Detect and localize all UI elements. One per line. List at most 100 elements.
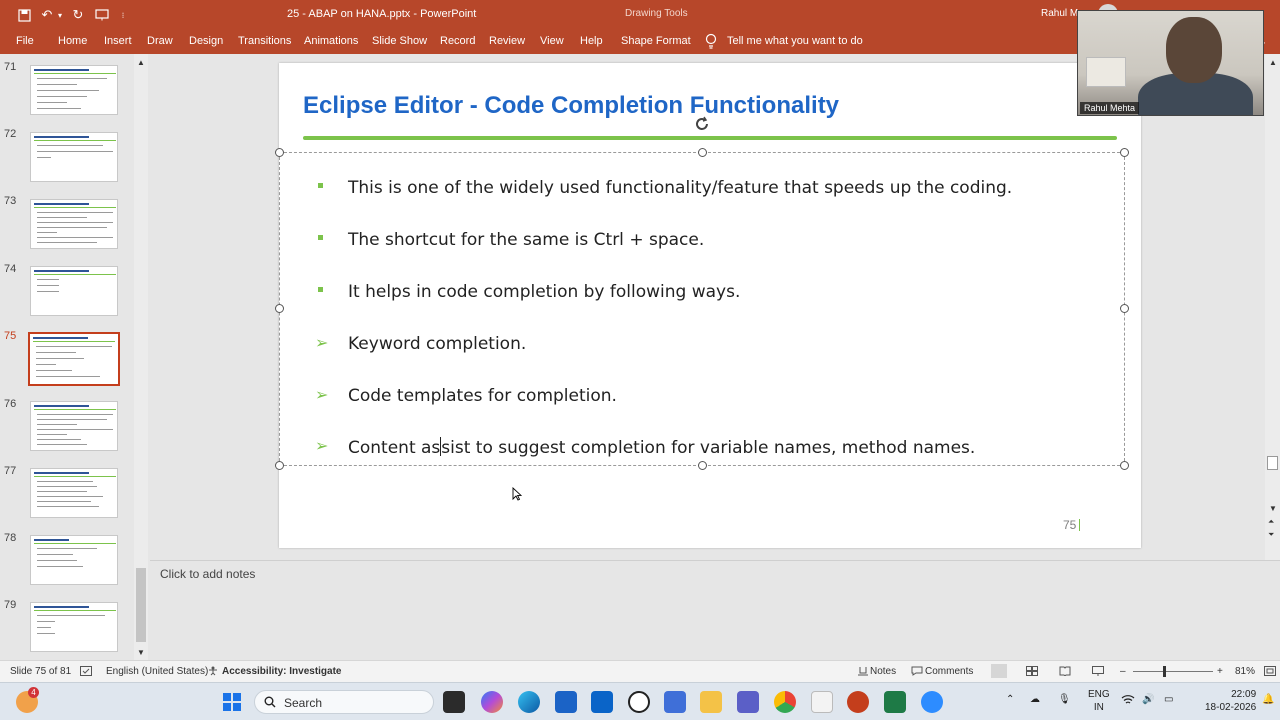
slide-thumbnail[interactable] bbox=[30, 468, 118, 518]
selected-text-box[interactable]: This is one of the widely used functiona… bbox=[275, 148, 1129, 470]
slide-thumbnail[interactable] bbox=[30, 401, 118, 451]
sap-logon-icon[interactable] bbox=[884, 691, 906, 713]
zoom-level[interactable]: 81% bbox=[1235, 666, 1255, 677]
task-view-icon[interactable] bbox=[443, 691, 465, 713]
customize-toolbar-icon[interactable]: ⁝ bbox=[118, 6, 128, 24]
teams-icon[interactable] bbox=[737, 691, 759, 713]
remote-desktop-icon[interactable] bbox=[664, 691, 686, 713]
windows-start-icon[interactable] bbox=[221, 691, 243, 713]
notifications-icon[interactable]: 🔔 bbox=[1262, 694, 1274, 705]
bullet-item[interactable]: It helps in code completion by following… bbox=[318, 282, 740, 302]
zoom-in-icon[interactable]: + bbox=[1217, 666, 1223, 677]
system-clock[interactable]: 22:09 18-02-2026 bbox=[1205, 688, 1256, 714]
slide-thumbnail[interactable] bbox=[30, 266, 118, 316]
resize-handle[interactable] bbox=[275, 461, 284, 470]
bullet-item[interactable]: ➢ Code templates for completion. bbox=[315, 385, 617, 406]
battery-icon[interactable]: ▭ bbox=[1164, 694, 1173, 705]
zoom-out-icon[interactable]: – bbox=[1120, 666, 1126, 677]
undo-dropdown-icon[interactable]: ▾ bbox=[56, 6, 64, 24]
resize-handle[interactable] bbox=[698, 461, 707, 470]
slide-thumbnail[interactable] bbox=[30, 199, 118, 249]
accessibility-status[interactable]: Accessibility: Investigate bbox=[222, 666, 342, 677]
accessibility-icon[interactable] bbox=[207, 666, 219, 676]
thumbnails-scrollbar[interactable]: ▲ ▼ bbox=[134, 54, 148, 660]
reading-view-icon[interactable] bbox=[1059, 666, 1071, 677]
tab-animations[interactable]: Animations bbox=[304, 35, 358, 47]
slide-sorter-icon[interactable] bbox=[1026, 666, 1038, 676]
scrollbar-handle[interactable] bbox=[136, 568, 146, 642]
copilot-icon[interactable] bbox=[481, 691, 503, 713]
taskbar-search[interactable]: Search bbox=[254, 690, 434, 714]
editor-scrollbar[interactable]: ▲ ▼ ⏶ ⏷ bbox=[1265, 54, 1280, 560]
spelling-check-icon[interactable] bbox=[80, 666, 92, 676]
notes-placeholder[interactable]: Click to add notes bbox=[160, 567, 255, 581]
slide-thumbnail-active[interactable] bbox=[28, 332, 120, 386]
normal-view-icon[interactable] bbox=[991, 664, 1007, 678]
tab-slide-show[interactable]: Slide Show bbox=[372, 35, 427, 47]
input-language-indicator[interactable]: ENG IN bbox=[1088, 688, 1110, 714]
fit-slide-icon[interactable] bbox=[1264, 666, 1276, 676]
tab-design[interactable]: Design bbox=[189, 35, 223, 47]
wifi-icon[interactable] bbox=[1121, 694, 1135, 708]
slide-thumbnail[interactable] bbox=[30, 65, 118, 115]
resize-handle[interactable] bbox=[1120, 148, 1129, 157]
resize-handle[interactable] bbox=[698, 148, 707, 157]
resize-handle[interactable] bbox=[1120, 461, 1129, 470]
tab-transitions[interactable]: Transitions bbox=[238, 35, 291, 47]
bullet-item[interactable]: The shortcut for the same is Ctrl + spac… bbox=[318, 230, 704, 250]
tab-home[interactable]: Home bbox=[58, 35, 87, 47]
resize-handle[interactable] bbox=[275, 148, 284, 157]
tab-draw[interactable]: Draw bbox=[147, 35, 173, 47]
notes-pane[interactable]: Click to add notes bbox=[150, 560, 1280, 660]
volume-icon[interactable]: 🔊 bbox=[1142, 694, 1154, 705]
notes-icon[interactable] bbox=[857, 666, 869, 676]
save-icon[interactable] bbox=[15, 6, 33, 24]
zoom-slider[interactable] bbox=[1133, 671, 1213, 672]
store-icon[interactable] bbox=[555, 691, 577, 713]
notepad-arrow-icon[interactable] bbox=[811, 691, 833, 713]
tab-insert[interactable]: Insert bbox=[104, 35, 132, 47]
powerpoint-icon[interactable] bbox=[847, 691, 869, 713]
slide-thumbnail[interactable] bbox=[30, 602, 118, 652]
previous-slide-icon[interactable]: ⏶ bbox=[1268, 517, 1274, 527]
comments-icon[interactable] bbox=[911, 666, 923, 676]
tell-me-search[interactable]: Tell me what you want to do bbox=[727, 35, 863, 47]
zoom-app-icon[interactable] bbox=[921, 691, 943, 713]
tab-review[interactable]: Review bbox=[489, 35, 525, 47]
bullet-item[interactable]: This is one of the widely used functiona… bbox=[318, 178, 1012, 198]
rotate-handle-icon[interactable] bbox=[693, 115, 711, 133]
tab-shape-format[interactable]: Shape Format bbox=[621, 35, 691, 47]
bullet-item[interactable]: ➢ Keyword completion. bbox=[315, 333, 526, 354]
scroll-down-icon[interactable]: ▼ bbox=[137, 648, 145, 657]
slide-thumbnail[interactable] bbox=[30, 535, 118, 585]
language-indicator[interactable]: English (United States) bbox=[106, 666, 208, 677]
onedrive-icon[interactable]: ☁ bbox=[1030, 694, 1040, 705]
comments-toggle-button[interactable]: Comments bbox=[925, 666, 973, 677]
bullet-item[interactable]: ➢ Content assist to suggest completion f… bbox=[315, 436, 975, 458]
undo-icon[interactable]: ↶ bbox=[38, 6, 56, 24]
tab-view[interactable]: View bbox=[540, 35, 564, 47]
present-from-start-icon[interactable] bbox=[93, 6, 111, 24]
next-slide-icon[interactable]: ⏷ bbox=[1268, 530, 1274, 540]
redo-icon[interactable]: ↻ bbox=[69, 6, 87, 24]
outlook-icon[interactable] bbox=[591, 691, 613, 713]
scroll-up-icon[interactable]: ▲ bbox=[1269, 58, 1277, 67]
resize-handle[interactable] bbox=[275, 304, 284, 313]
tab-file[interactable]: File bbox=[16, 35, 34, 47]
slide-show-icon[interactable] bbox=[1092, 666, 1104, 676]
show-hidden-icons-icon[interactable]: ⌃ bbox=[1006, 694, 1014, 705]
slide-canvas[interactable]: Eclipse Editor - Code Completion Functio… bbox=[275, 63, 1141, 548]
zoom-slider-thumb[interactable] bbox=[1163, 666, 1166, 677]
file-explorer-icon[interactable] bbox=[700, 691, 722, 713]
microphone-icon[interactable]: 🎙 bbox=[1058, 694, 1071, 705]
chrome-icon[interactable] bbox=[774, 691, 796, 713]
scrollbar-handle[interactable] bbox=[1267, 456, 1278, 470]
scroll-up-icon[interactable]: ▲ bbox=[137, 58, 145, 67]
slide-thumbnail[interactable] bbox=[30, 132, 118, 182]
notes-toggle-button[interactable]: Notes bbox=[870, 666, 896, 677]
tab-help[interactable]: Help bbox=[580, 35, 603, 47]
scroll-down-icon[interactable]: ▼ bbox=[1269, 504, 1277, 513]
dell-icon[interactable] bbox=[628, 691, 650, 713]
resize-handle[interactable] bbox=[1120, 304, 1129, 313]
edge-browser-icon[interactable] bbox=[518, 691, 540, 713]
